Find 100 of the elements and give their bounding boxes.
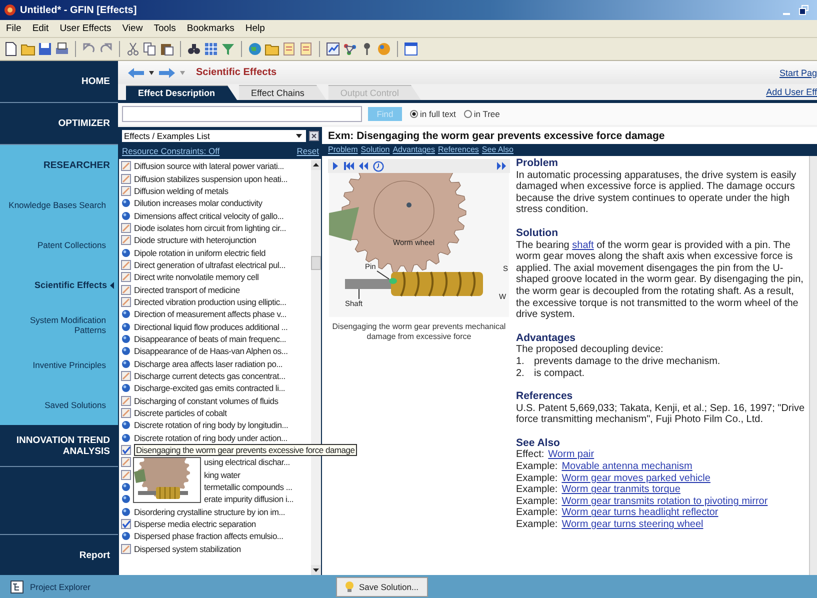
list-dropdown[interactable]: Effects / Examples List xyxy=(122,130,306,142)
list-item[interactable]: king water xyxy=(204,470,240,480)
rewind-icon[interactable] xyxy=(359,162,368,170)
sidebar-item[interactable]: Report xyxy=(0,535,118,575)
list-item[interactable]: Dispersed phase fraction affects emulsio... xyxy=(134,531,284,542)
list-item[interactable]: Dimensions affect critical velocity of gallo... xyxy=(134,210,284,221)
menu-item[interactable]: Tools xyxy=(154,23,176,34)
sidebar-item[interactable]: Inventive Principles xyxy=(0,345,118,385)
list-item[interactable]: Diffusion stabilizes suspension upon heati... xyxy=(134,174,288,184)
related-item-link[interactable]: Worm gear tranmits torque xyxy=(562,484,680,496)
sidebar-item[interactable]: Knowledge Bases Search xyxy=(0,185,118,225)
skip-back-icon[interactable] xyxy=(344,162,354,170)
list-item[interactable]: Disappearance of de Haas-van Alphen os... xyxy=(134,346,288,356)
tab[interactable]: Effect Description xyxy=(126,85,238,100)
section-link[interactable]: Solution xyxy=(360,145,390,154)
list-item[interactable]: Discharge-excited gas emits contracted li... xyxy=(134,383,286,394)
resource-constraints-link[interactable]: Resource Constraints: Off xyxy=(122,146,220,156)
section-link[interactable]: Advantages xyxy=(392,145,435,154)
folder-icon[interactable] xyxy=(265,42,279,56)
list-item[interactable]: Discharge current detects gas concentrat... xyxy=(134,371,286,382)
list-item[interactable]: Diode structure with heterojunction xyxy=(134,235,256,246)
globe-icon[interactable] xyxy=(248,42,262,56)
menu-item[interactable]: Help xyxy=(245,23,265,34)
sidebar-item[interactable]: Patent Collections xyxy=(0,225,118,265)
sidebar-item[interactable]: Scientific Effects xyxy=(0,265,118,305)
radio-button[interactable]: in Tree xyxy=(464,109,500,119)
note-icon[interactable] xyxy=(282,42,296,56)
sidebar-item[interactable]: HOME xyxy=(0,61,118,103)
section-link[interactable]: Problem xyxy=(328,145,358,154)
funnel-icon[interactable] xyxy=(221,42,235,56)
sidebar-item[interactable]: OPTIMIZER xyxy=(0,103,118,145)
save-icon[interactable] xyxy=(38,42,52,56)
network-icon[interactable] xyxy=(343,42,357,56)
scroll-down-icon[interactable] xyxy=(311,565,321,575)
chart-icon[interactable] xyxy=(326,42,340,56)
list-item[interactable]: Direction of measurement affects phase v... xyxy=(134,309,286,320)
paste-icon[interactable] xyxy=(160,42,174,56)
folder-icon[interactable] xyxy=(21,42,35,56)
list-item[interactable]: Direct write nonvolatile memory cell xyxy=(134,272,259,282)
list-item[interactable]: Discharge area affects laser radiation po... xyxy=(134,358,283,369)
list-item[interactable]: Discharging of constant volumes of fluids xyxy=(134,396,278,406)
radio-button[interactable]: in full text xyxy=(410,109,456,119)
sidebar-item[interactable]: INNOVATION TREND ANALYSIS xyxy=(0,425,118,467)
list-item[interactable]: Directed transport of medicine xyxy=(134,284,240,295)
forward-arrow-icon[interactable] xyxy=(159,68,175,78)
shaft-link[interactable]: shaft xyxy=(572,240,594,251)
list-item[interactable]: Discrete rotation of ring body by longitudin... xyxy=(134,420,288,430)
list-item[interactable]: Diode isolates horn circuit from lighting cir... xyxy=(134,222,286,233)
play-icon[interactable] xyxy=(332,162,339,170)
list-item[interactable]: Discrete particles of cobalt xyxy=(134,408,227,418)
save-solution-button[interactable]: Save Solution... xyxy=(336,576,428,596)
ball-icon[interactable] xyxy=(377,42,391,56)
menu-item[interactable]: Edit xyxy=(32,23,49,34)
dropdown-caret-icon[interactable] xyxy=(149,70,154,74)
list-item[interactable]: Diffusion source with lateral power variati... xyxy=(134,161,284,172)
sidebar-item[interactable]: System Modification Patterns xyxy=(0,305,118,345)
list-item[interactable]: Direct generation of ultrafast electrical pul... xyxy=(134,260,286,270)
project-explorer-button[interactable]: Project Explorer xyxy=(0,575,118,598)
list-item[interactable]: Disperse media electric separation xyxy=(134,519,256,530)
list-item[interactable]: Dispersed system stabilization xyxy=(134,544,241,554)
fast-forward-icon[interactable] xyxy=(497,162,506,170)
grid-icon[interactable] xyxy=(204,42,218,56)
list-item[interactable]: Diffusion welding of metals xyxy=(134,186,228,196)
clock-icon[interactable] xyxy=(373,160,384,172)
sidebar-item[interactable]: Saved Solutions xyxy=(0,385,118,425)
scrollbar[interactable] xyxy=(809,156,817,575)
list-item[interactable]: erate impurity diffusion i... xyxy=(204,494,294,504)
list-item[interactable]: Disappearance of beats of main frequenc... xyxy=(134,334,286,344)
list-item[interactable]: Directed vibration production using elliptic... xyxy=(134,296,286,307)
related-item-link[interactable]: Movable antenna mechanism xyxy=(562,461,692,473)
restore-icon[interactable] xyxy=(799,5,809,15)
print-icon[interactable] xyxy=(55,42,69,56)
list-item[interactable]: Discrete rotation of ring body under action... xyxy=(134,432,288,443)
list-item[interactable]: Dipole rotation in uniform electric field xyxy=(134,248,266,258)
close-icon[interactable] xyxy=(309,131,319,141)
sidebar-item[interactable]: RESEARCHER xyxy=(0,145,118,185)
page-icon[interactable] xyxy=(4,42,18,56)
related-item-link[interactable]: Worm gear turns headlight reflector xyxy=(562,507,718,520)
section-link[interactable]: References xyxy=(438,145,479,154)
scroll-thumb[interactable] xyxy=(311,256,321,270)
window-icon[interactable] xyxy=(404,42,418,56)
menu-item[interactable]: File xyxy=(6,23,22,34)
note-icon[interactable] xyxy=(299,42,313,56)
menu-item[interactable]: View xyxy=(122,23,143,34)
search-field[interactable] xyxy=(122,106,362,122)
dropdown-caret-icon[interactable] xyxy=(296,134,302,138)
tab[interactable]: Effect Chains xyxy=(239,85,326,100)
list-item[interactable]: Disordering crystalline structure by ion im... xyxy=(134,506,286,517)
menu-item[interactable]: Bookmarks xyxy=(186,23,234,34)
search-icon[interactable] xyxy=(187,42,201,56)
menu-item[interactable]: User Effects xyxy=(60,23,112,34)
section-link[interactable]: See Also xyxy=(482,145,514,154)
list-item[interactable]: using electrical dischar... xyxy=(204,457,290,468)
cut-icon[interactable] xyxy=(126,42,140,56)
start-page-link[interactable]: Start Pag xyxy=(779,68,817,78)
related-item-link[interactable]: Worm pair xyxy=(548,449,594,462)
related-item-link[interactable]: Worm gear transmits rotation to pivoting mirror xyxy=(562,496,768,508)
copy-icon[interactable] xyxy=(143,42,157,56)
list-item[interactable]: Directional liquid flow produces additional ... xyxy=(134,322,288,332)
list-item[interactable]: Dilution increases molar conductivity xyxy=(134,198,262,208)
